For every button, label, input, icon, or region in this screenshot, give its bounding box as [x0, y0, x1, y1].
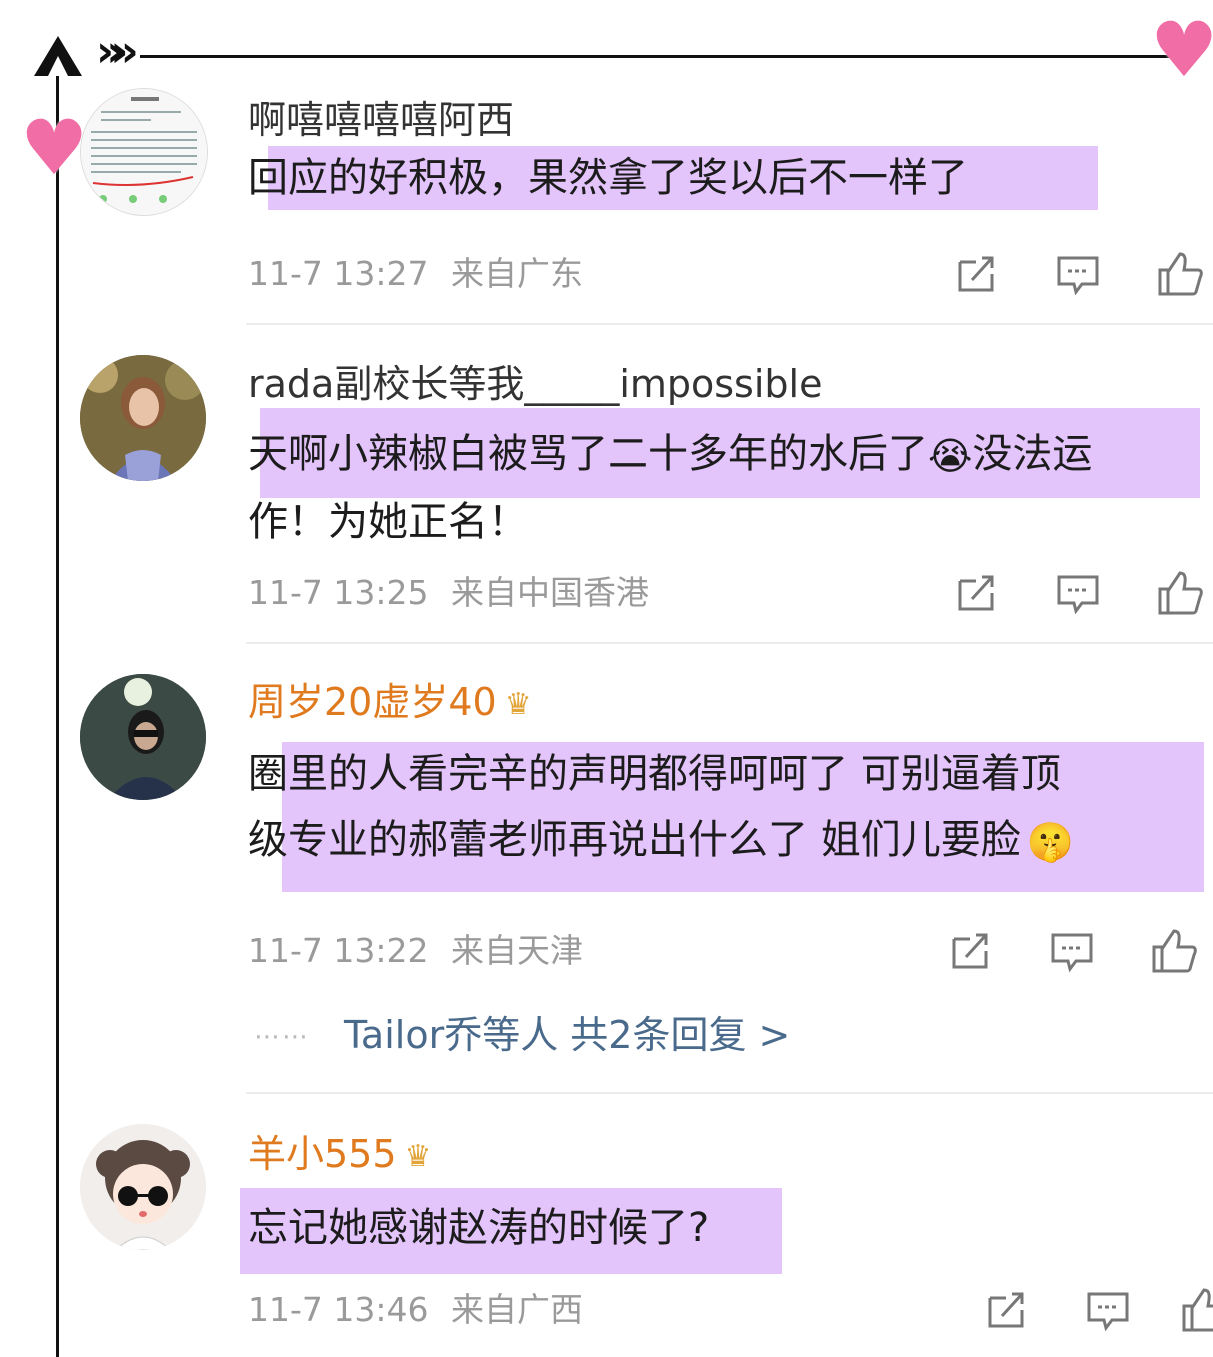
comment-icon: [1087, 1292, 1129, 1332]
comment-meta: 11-7 13:27 来自广东: [248, 254, 583, 294]
share-icon: [988, 1292, 1024, 1328]
avatar[interactable]: [80, 674, 206, 800]
comment-time: 11-7 13:27: [248, 254, 429, 293]
crown-badge-icon: ♛: [504, 686, 532, 722]
comment-location: 来自广东: [451, 254, 583, 293]
username[interactable]: rada副校长等我_____impossible: [248, 362, 822, 406]
avatar[interactable]: [80, 1124, 206, 1250]
divider: [246, 323, 1213, 325]
comment-time: 11-7 13:46: [248, 1290, 429, 1329]
weibo-screenshot-avatar: [81, 89, 207, 215]
comment-icon: [1057, 575, 1099, 615]
username-text: 周岁20虚岁40: [248, 680, 497, 724]
comment-meta: 11-7 13:22 来自天津: [248, 931, 583, 971]
comment-button[interactable]: [1048, 927, 1096, 975]
cartoon-girl-avatar: [80, 1124, 206, 1250]
divider: [246, 642, 1213, 644]
username[interactable]: 啊嘻嘻嘻嘻阿西: [248, 98, 514, 142]
comment-text: 天啊小辣椒白被骂了二十多年的水后了😭没法运: [248, 420, 1213, 490]
comment-button[interactable]: [1054, 569, 1102, 617]
shush-emoji-icon: 🤫: [1026, 820, 1075, 864]
comment-meta: 11-7 13:46 来自广西: [248, 1290, 583, 1330]
avatar[interactable]: [80, 88, 208, 216]
arrow-up-icon: [34, 36, 82, 76]
like-icon: [1158, 571, 1203, 615]
reply-dots: ⋯⋯: [254, 1022, 310, 1052]
frame-vertical-line: [56, 62, 59, 1357]
share-icon: [958, 256, 994, 292]
comment-location: 来自广西: [451, 1290, 583, 1329]
like-button[interactable]: [1156, 569, 1204, 617]
comment-time: 11-7 13:22: [248, 931, 429, 970]
like-button[interactable]: [1180, 1286, 1213, 1334]
comment-icon: [1051, 933, 1093, 973]
comment-location: 来自中国香港: [451, 573, 649, 612]
view-replies-link[interactable]: Tailor乔等人 共2条回复 >: [344, 1012, 790, 1058]
comment-button[interactable]: [1054, 250, 1102, 298]
comment-text-line2: 作！为她正名！: [248, 499, 528, 545]
woman-photo-avatar: [80, 355, 206, 481]
comment-text-line: 没法运: [972, 431, 1093, 477]
like-button[interactable]: [1156, 250, 1204, 298]
share-button[interactable]: [982, 1286, 1030, 1334]
username[interactable]: 周岁20虚岁40 ♛: [248, 680, 532, 727]
chevrons-icon: »»: [96, 26, 139, 77]
crying-emoji-icon: 😭: [928, 434, 973, 478]
share-button[interactable]: [952, 250, 1000, 298]
heart-icon: ♥: [20, 103, 89, 192]
username[interactable]: 羊小555 ♛: [248, 1132, 431, 1179]
comment-icon: [1057, 256, 1099, 296]
like-button[interactable]: [1150, 927, 1198, 975]
share-button[interactable]: [946, 927, 994, 975]
like-icon: [1182, 1288, 1213, 1332]
heart-icon: ♥: [1150, 5, 1213, 94]
share-icon: [952, 933, 988, 969]
like-icon: [1152, 929, 1197, 973]
share-icon: [958, 575, 994, 611]
crown-badge-icon: ♛: [404, 1138, 432, 1174]
like-icon: [1158, 252, 1203, 296]
comment-location: 来自天津: [451, 931, 583, 970]
comment-time: 11-7 13:25: [248, 573, 429, 612]
divider: [246, 1092, 1213, 1094]
share-button[interactable]: [952, 569, 1000, 617]
username-text: 羊小555: [248, 1132, 397, 1176]
frame-horizontal-line: [140, 55, 1170, 58]
comment-text: 回应的好积极，果然拿了奖以后不一样了: [248, 155, 968, 201]
comment-text-line: 天啊小辣椒白被骂了二十多年的水后了: [248, 431, 928, 477]
comment-text: 圈里的人看完辛的声明都得呵呵了 可别逼着顶: [248, 751, 1061, 797]
comment-text-line: 级专业的郝蕾老师再说出什么了 姐们儿要脸: [248, 817, 1021, 863]
comment-meta: 11-7 13:25 来自中国香港: [248, 573, 649, 613]
avatar[interactable]: [80, 355, 206, 481]
comment-text-line2: 级专业的郝蕾老师再说出什么了 姐们儿要脸 🤫: [248, 806, 1074, 876]
person-photo-avatar: [80, 674, 206, 800]
comment-button[interactable]: [1084, 1286, 1132, 1334]
comment-text: 忘记她感谢赵涛的时候了?: [248, 1205, 710, 1251]
